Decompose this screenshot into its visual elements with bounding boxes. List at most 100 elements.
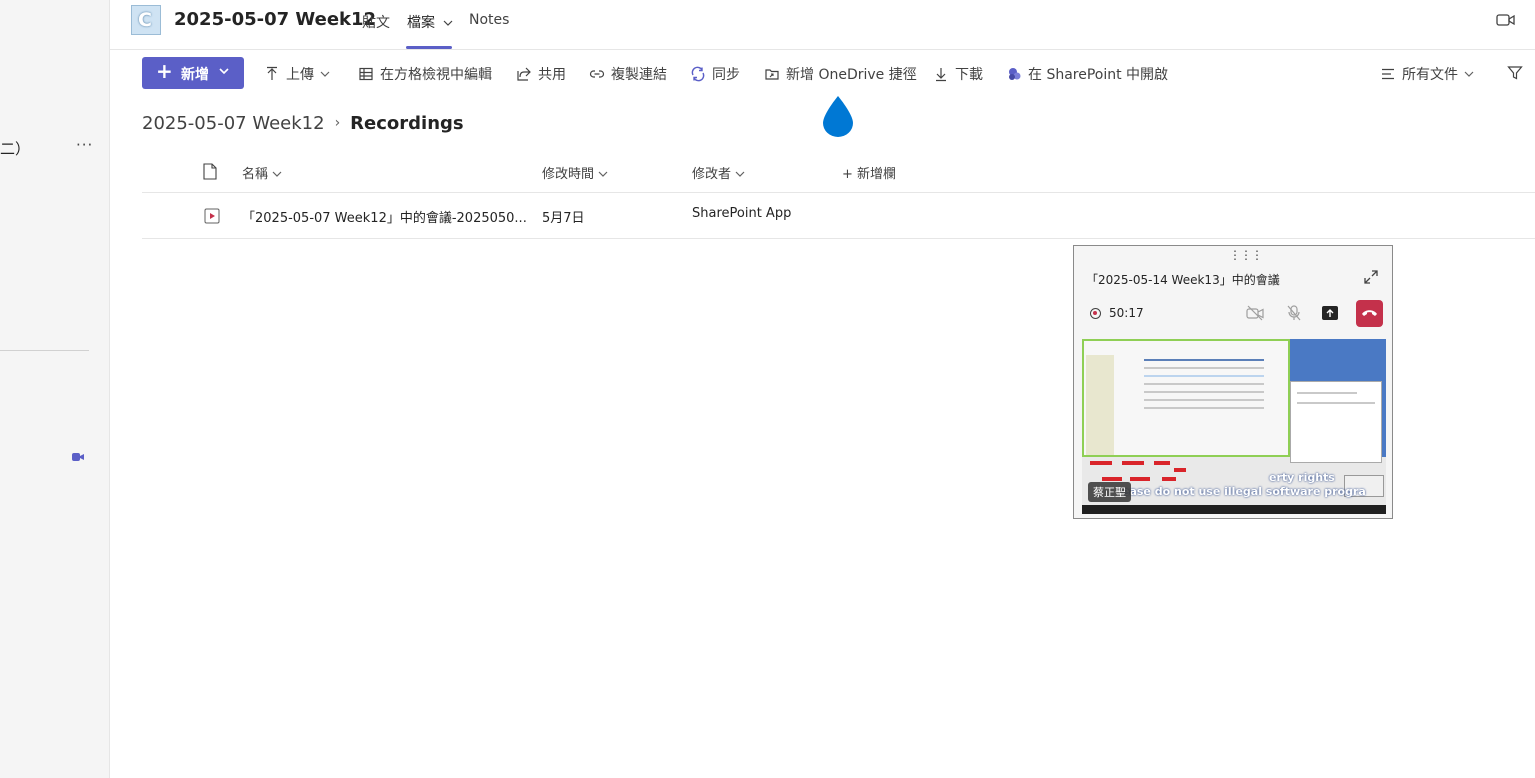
- dialog-window: [1290, 381, 1382, 463]
- subtitle-line-1: erty rights: [1269, 471, 1335, 484]
- upload-button[interactable]: 上傳: [264, 64, 330, 84]
- highlight-mark: [1154, 461, 1170, 465]
- column-header-name[interactable]: 名稱: [242, 163, 282, 182]
- new-button[interactable]: + 新增: [142, 57, 244, 89]
- channel-header: C 2025-05-07 Week12 貼文 檔案 Notes: [110, 0, 1535, 50]
- camera-off-icon[interactable]: [1246, 305, 1264, 321]
- highlight-mark: [1174, 468, 1186, 472]
- mic-off-icon[interactable]: [1285, 305, 1303, 321]
- chevron-down-icon: [735, 171, 745, 177]
- text-line: [1144, 367, 1264, 369]
- grid-icon: [359, 67, 373, 81]
- channel-name-fragment[interactable]: 二）: [0, 138, 30, 159]
- add-onedrive-shortcut-label: 新增 OneDrive 捷徑: [786, 67, 917, 83]
- upload-icon: [267, 66, 277, 80]
- speaker-name-tag: 蔡正聖: [1088, 482, 1131, 502]
- file-modified-by: SharePoint App: [692, 206, 792, 221]
- meeting-camera-icon[interactable]: [72, 452, 84, 462]
- text-line: [1144, 391, 1264, 393]
- download-label: 下載: [955, 67, 983, 83]
- file-name[interactable]: 「2025-05-07 Week12」中的會議-2025050...: [242, 207, 527, 226]
- text-line: [1144, 399, 1264, 401]
- text-line: [1144, 407, 1264, 409]
- add-onedrive-shortcut-button[interactable]: 新增 OneDrive 捷徑: [764, 64, 917, 84]
- share-icon: [517, 67, 531, 81]
- text-line: [1297, 392, 1357, 394]
- edit-grid-view-button[interactable]: 在方格檢視中編輯: [358, 64, 492, 84]
- chevron-down-icon: [598, 171, 608, 177]
- sync-button[interactable]: 同步: [690, 64, 740, 84]
- column-modified-label: 修改時間: [542, 167, 595, 182]
- add-column-label: 新增欄: [857, 167, 897, 182]
- copy-link-label: 複製連結: [611, 67, 667, 83]
- chevron-down-icon: [272, 171, 282, 177]
- tab-posts[interactable]: 貼文: [362, 12, 390, 32]
- taskbar: [1082, 505, 1386, 514]
- file-type-icon[interactable]: [203, 163, 217, 180]
- table-header-line: [1144, 359, 1264, 361]
- sync-label: 同步: [712, 67, 740, 83]
- team-logo-letter: C: [138, 9, 152, 31]
- plus-icon: +: [156, 59, 173, 83]
- table-row[interactable]: 「2025-05-07 Week12」中的會議-2025050... 5月7日 …: [142, 193, 1535, 239]
- browser-window: [1082, 339, 1290, 457]
- highlight-mark: [1102, 477, 1122, 481]
- tab-notes[interactable]: Notes: [469, 12, 509, 28]
- highlight-mark: [1130, 477, 1150, 481]
- share-screen-button[interactable]: [1322, 306, 1338, 320]
- text-line: [1144, 383, 1264, 385]
- column-header-modified-by[interactable]: 修改者: [692, 163, 745, 182]
- highlight-mark: [1122, 461, 1144, 465]
- file-modified: 5月7日: [542, 211, 585, 226]
- list-view-icon: [1382, 68, 1394, 80]
- more-options-button[interactable]: ···: [76, 136, 93, 154]
- mini-call-window[interactable]: ⋮⋮⋮ 「2025-05-14 Week13」中的會議 50:17 erty r…: [1073, 245, 1393, 519]
- breadcrumb-separator-icon: ›: [334, 115, 341, 131]
- copy-link-button[interactable]: 複製連結: [589, 64, 667, 84]
- text-line: [1144, 375, 1264, 377]
- shared-screen-preview[interactable]: erty rights ease do not use illegal soft…: [1082, 339, 1386, 514]
- text-line: [1297, 402, 1375, 404]
- download-button[interactable]: 下載: [933, 64, 983, 84]
- hang-up-icon: [1362, 310, 1377, 316]
- plus-icon: +: [842, 167, 853, 182]
- link-icon: [589, 70, 605, 78]
- highlight-mark: [1162, 477, 1176, 481]
- rail-divider: [0, 350, 89, 351]
- onedrive-drop-icon: [823, 96, 853, 137]
- chevron-down-icon: [444, 20, 453, 26]
- tab-files-label: 檔案: [407, 15, 435, 31]
- drag-handle-icon[interactable]: ⋮⋮⋮: [1229, 248, 1263, 262]
- recording-icon: [1090, 308, 1101, 319]
- video-call-icon[interactable]: [1496, 12, 1516, 28]
- breadcrumb-parent[interactable]: 2025-05-07 Week12: [142, 113, 325, 134]
- download-icon: [936, 68, 946, 82]
- left-rail: 二） ···: [0, 0, 110, 778]
- share-button[interactable]: 共用: [516, 64, 566, 84]
- active-tab-indicator: [406, 46, 452, 49]
- open-in-sharepoint-button[interactable]: 在 SharePoint 中開啟: [1006, 64, 1168, 84]
- hang-up-button[interactable]: [1356, 300, 1383, 327]
- view-selector-label: 所有文件: [1402, 67, 1458, 83]
- breadcrumb: 2025-05-07 Week12 › Recordings: [142, 113, 464, 134]
- column-header-modified[interactable]: 修改時間: [542, 163, 608, 182]
- call-timer: 50:17: [1109, 306, 1144, 320]
- onedrive-shortcut-icon: [765, 69, 779, 80]
- expand-icon[interactable]: [1364, 270, 1378, 284]
- filter-icon[interactable]: [1507, 65, 1523, 81]
- chevron-down-icon: [219, 68, 229, 75]
- command-bar: + 新增 上傳 在方格檢視中編輯 共用 複製連結 同步 新增 OneDrive …: [110, 51, 1535, 95]
- sync-icon: [691, 66, 705, 82]
- view-selector[interactable]: 所有文件: [1380, 64, 1474, 84]
- column-modified-by-label: 修改者: [692, 167, 732, 182]
- video-file-icon: [204, 208, 220, 224]
- file-list-header: 名稱 修改時間 修改者 + 新增欄: [142, 150, 1535, 193]
- add-column-button[interactable]: + 新增欄: [842, 163, 896, 182]
- share-label: 共用: [538, 67, 566, 83]
- sharepoint-icon: [1009, 68, 1021, 80]
- new-button-label: 新增: [181, 67, 209, 83]
- subtitle-line-2: ease do not use illegal software progra: [1122, 485, 1366, 498]
- breadcrumb-current: Recordings: [350, 113, 464, 134]
- browser-sidebar: [1086, 355, 1114, 455]
- tab-files[interactable]: 檔案: [407, 12, 453, 32]
